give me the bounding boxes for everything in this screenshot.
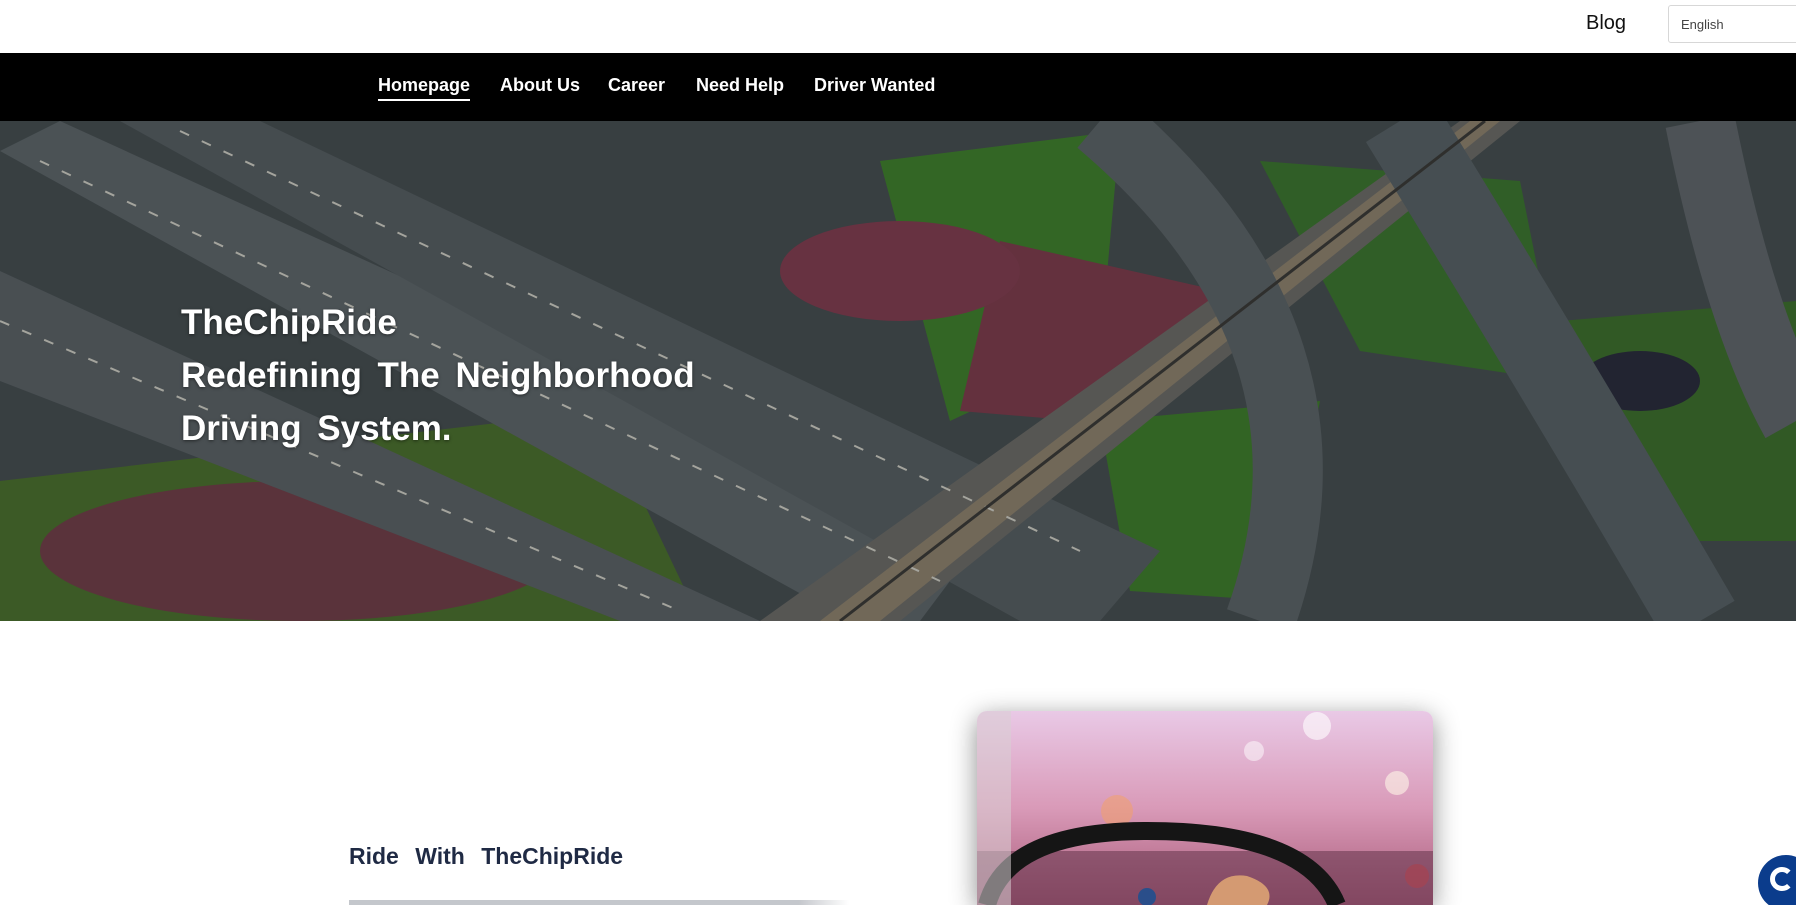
- nav-item-about-us[interactable]: About Us: [500, 75, 580, 96]
- nav-item-career[interactable]: Career: [608, 75, 665, 96]
- hero-line-tagline-end: Driving System.: [181, 409, 452, 448]
- hero-line-tagline: Redefining The Neighborhood: [181, 356, 695, 395]
- language-select[interactable]: English: [1668, 5, 1796, 43]
- chat-button[interactable]: [1758, 855, 1796, 905]
- nav-item-homepage[interactable]: Homepage: [378, 75, 471, 101]
- blog-link[interactable]: Blog: [1586, 12, 1626, 35]
- intro-text-peek: [349, 900, 849, 905]
- chat-bubble-icon: [1770, 867, 1794, 891]
- nav-item-driver-wanted[interactable]: Driver Wanted: [814, 75, 935, 96]
- hero-line-brand: TheChipRide: [181, 303, 397, 342]
- driver-steering-image: [977, 711, 1433, 905]
- nav-item-need-help[interactable]: Need Help: [696, 75, 784, 96]
- hero-banner: TheChipRide Redefining The Neighborhood …: [0, 121, 1796, 621]
- hero-heading: TheChipRide Redefining The Neighborhood …: [181, 296, 695, 455]
- intro-title: Ride With TheChipRide: [349, 843, 624, 869]
- main-nav: Homepage About Us Career Need Help Drive…: [0, 53, 1796, 121]
- top-bar: Blog English: [0, 0, 1796, 53]
